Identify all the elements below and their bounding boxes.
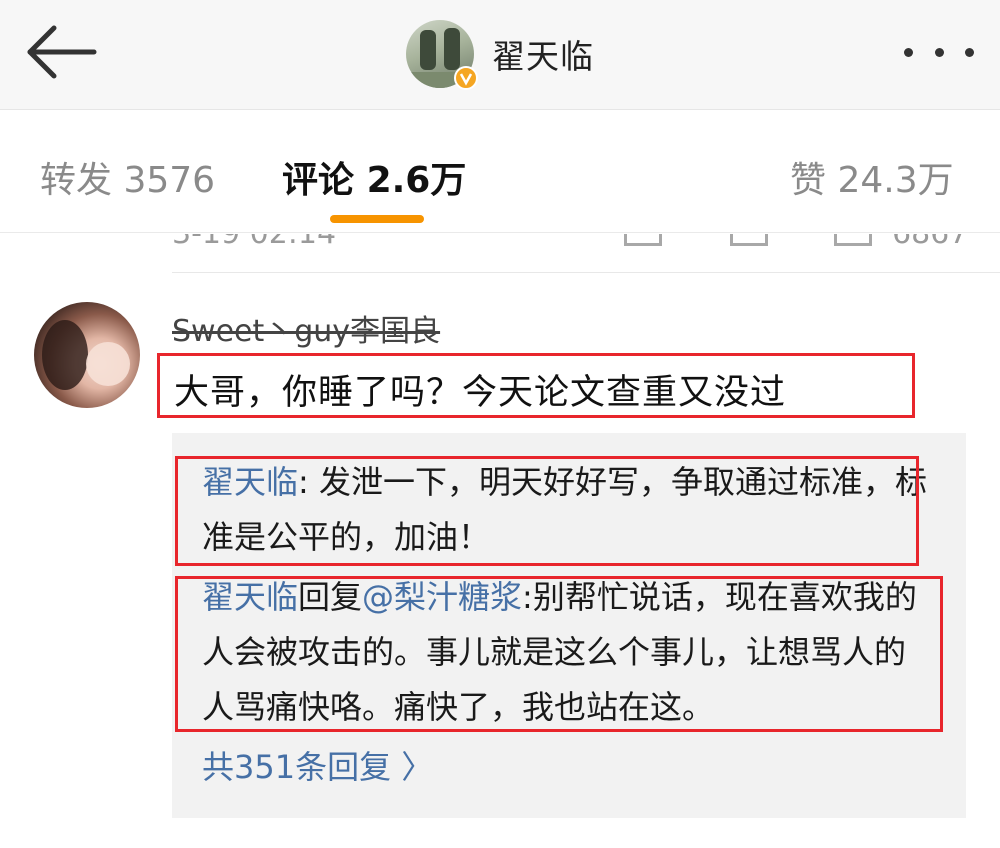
comment-icon[interactable]: [730, 234, 768, 246]
active-tab-indicator: [330, 215, 424, 223]
back-arrow-icon[interactable]: [24, 20, 98, 84]
tab-likes[interactable]: 赞 24.3万: [790, 151, 954, 203]
comment-timestamp: 3-19 02:14: [172, 234, 336, 251]
tab-repost-label: 转发: [40, 160, 113, 201]
commenter-username[interactable]: Sweet丶guy李国良: [172, 306, 440, 350]
top-bar: 翟天临: [0, 0, 1000, 110]
verified-icon: [454, 66, 478, 90]
header-avatar[interactable]: [406, 20, 478, 90]
highlight-box-reply-1: [175, 456, 919, 566]
repost-icon[interactable]: [624, 234, 662, 246]
like-icon[interactable]: [834, 234, 872, 246]
tab-comments[interactable]: 评论 2.6万: [282, 151, 466, 203]
tab-repost-count: 3576: [123, 160, 216, 201]
like-count: 6867: [892, 234, 968, 251]
divider: [172, 272, 1000, 273]
tab-likes-count: 24.3万: [837, 160, 954, 201]
page-title: 翟天临: [492, 37, 594, 76]
tab-comments-label: 评论: [282, 160, 355, 201]
tab-repost[interactable]: 转发 3576: [40, 151, 215, 203]
tab-bar: 转发 3576 评论 2.6万 赞 24.3万: [0, 111, 1000, 233]
previous-comment-footer: 3-19 02:14 6867: [0, 234, 1000, 274]
highlight-box-reply-2: [175, 576, 943, 732]
highlight-box-comment: [157, 353, 915, 418]
commenter-avatar[interactable]: [34, 302, 140, 408]
header-user[interactable]: 翟天临: [406, 18, 594, 90]
more-dots-icon[interactable]: [904, 40, 974, 64]
tab-likes-label: 赞: [790, 160, 827, 201]
tab-comments-count: 2.6万: [366, 160, 467, 201]
more-replies-link[interactable]: 共351条回复 〉: [202, 742, 433, 788]
